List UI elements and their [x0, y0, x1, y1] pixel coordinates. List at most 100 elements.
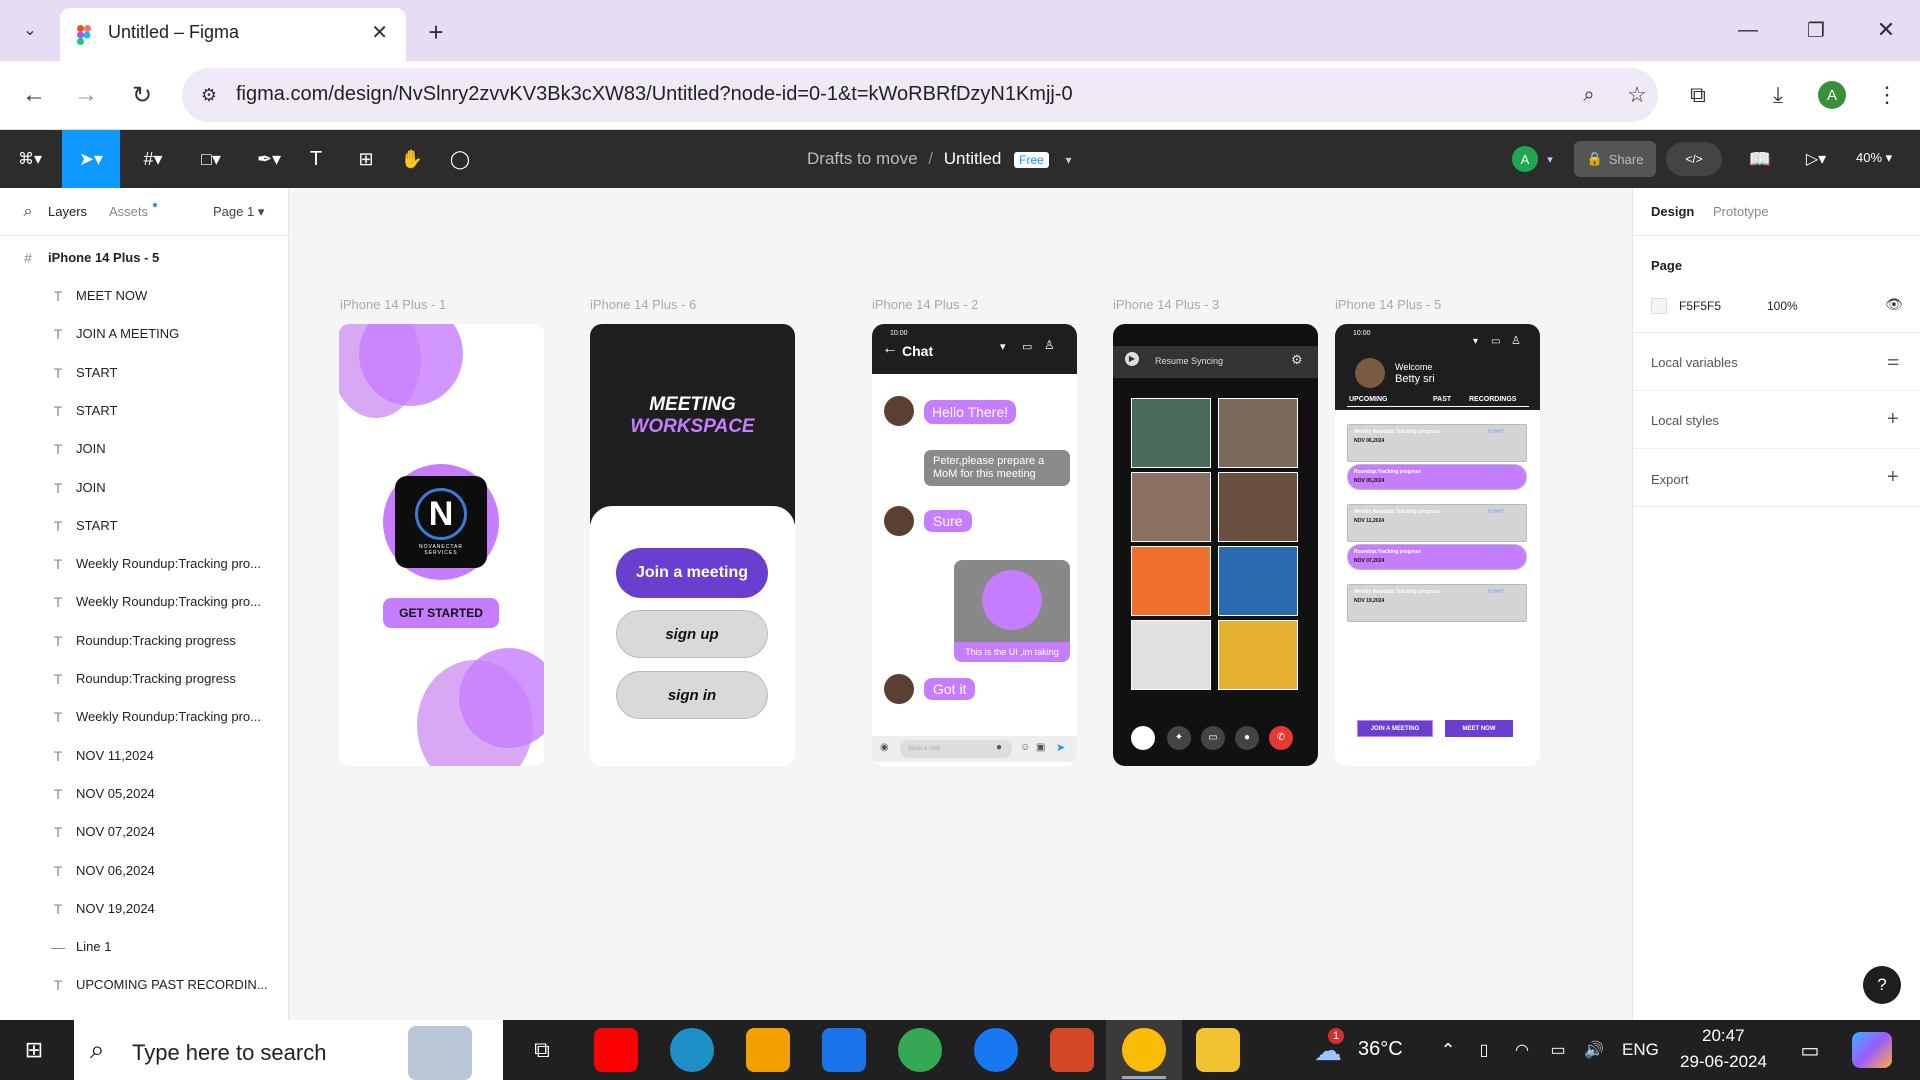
video-tile[interactable]: [1131, 546, 1211, 616]
eye-icon[interactable]: 👁: [1885, 296, 1903, 313]
video-tile[interactable]: [1218, 620, 1298, 690]
local-variables[interactable]: Local variables: [1651, 355, 1738, 370]
meeting-card[interactable]: Weekly Roundup:Tracking progress NOV 06,2…: [1347, 424, 1527, 462]
local-styles[interactable]: Local styles: [1651, 413, 1719, 428]
page-color-value[interactable]: F5F5F5: [1679, 299, 1721, 313]
file-name[interactable]: Untitled: [944, 149, 1002, 168]
layer-item[interactable]: T NOV 07,2024: [0, 812, 289, 850]
layer-item[interactable]: T Roundup:Tracking progress: [0, 621, 289, 659]
page-color-swatch[interactable]: [1651, 298, 1667, 314]
layer-item[interactable]: T START: [0, 353, 289, 391]
help-icon[interactable]: ?: [1863, 966, 1901, 1004]
send-icon[interactable]: ➤: [1056, 741, 1065, 754]
layer-item[interactable]: T JOIN A MEETING: [0, 314, 289, 352]
frame-iphone-2[interactable]: 10:00 ← Chat ▾ ▭ ♙ Hello There! Peter,pl…: [872, 324, 1077, 766]
tab-search-icon[interactable]: ⌄: [12, 12, 48, 48]
layer-item[interactable]: T JOIN: [0, 468, 289, 506]
reload-icon[interactable]: ↻: [124, 77, 160, 113]
export[interactable]: Export: [1651, 472, 1689, 487]
omnibox[interactable]: ⚙ figma.com/design/NvSlnry2zvvKV3Bk3cXW8…: [182, 68, 1658, 122]
frame-iphone-6[interactable]: MEETING WORKSPACE Join a meeting sign up…: [590, 324, 795, 766]
file-explorer-icon[interactable]: [1196, 1028, 1240, 1072]
forward-icon[interactable]: →: [68, 77, 104, 113]
copilot-icon[interactable]: [1852, 1032, 1892, 1068]
meeting-card[interactable]: Weekly Roundup:Tracking progress NOV 11,2…: [1347, 504, 1527, 542]
emoji-icon[interactable]: ☺: [1020, 742, 1030, 753]
layer-item[interactable]: T Weekly Roundup:Tracking pro...: [0, 544, 289, 582]
library-icon[interactable]: 📖: [1744, 144, 1776, 174]
tab-upcoming[interactable]: UPCOMING: [1349, 396, 1388, 403]
effects-icon[interactable]: ✦: [1167, 726, 1191, 750]
move-tool-icon[interactable]: ➤▾: [62, 130, 120, 188]
minimize-icon[interactable]: —: [1730, 12, 1766, 48]
comment-tool-icon[interactable]: ◯: [444, 144, 476, 174]
back-arrow-icon[interactable]: ←: [882, 340, 898, 358]
sign-in-button[interactable]: sign in: [616, 671, 768, 719]
video-tile[interactable]: [1131, 472, 1211, 542]
powerpoint-icon[interactable]: [1050, 1028, 1094, 1072]
meet-now-button[interactable]: MEET NOW: [1445, 720, 1513, 737]
video-tile[interactable]: [1131, 620, 1211, 690]
layer-item[interactable]: T START: [0, 391, 289, 429]
download-icon[interactable]: ⤓: [1760, 77, 1796, 113]
layer-item[interactable]: T JOIN: [0, 429, 289, 467]
add-export-icon[interactable]: +: [1887, 466, 1899, 489]
play-icon[interactable]: ▶: [1125, 352, 1139, 366]
frame-iphone-5[interactable]: 10:00 ▾ ▭ ♙ Welcome Betty sri UPCOMING P…: [1335, 324, 1540, 766]
chrome-icon[interactable]: [898, 1028, 942, 1072]
layer-item[interactable]: T NOV 05,2024: [0, 774, 289, 812]
get-started-button[interactable]: GET STARTED: [383, 598, 499, 628]
collaborator-avatar[interactable]: A: [1512, 146, 1538, 172]
video-tile[interactable]: [1131, 398, 1211, 468]
pen-tool-icon[interactable]: ✒▾: [246, 144, 292, 174]
design-canvas[interactable]: iPhone 14 Plus - 1 N NOVANECTAR SERVICES…: [289, 188, 1632, 1020]
facebook-icon[interactable]: [974, 1028, 1018, 1072]
sign-up-button[interactable]: sign up: [616, 610, 768, 658]
profile-avatar[interactable]: A: [1818, 81, 1846, 109]
layer-item[interactable]: T START: [0, 506, 289, 544]
notification-icon[interactable]: ▭: [1794, 1034, 1826, 1066]
variables-icon[interactable]: ⚌: [1887, 352, 1900, 369]
frame-label[interactable]: iPhone 14 Plus - 1: [340, 297, 446, 312]
tab-layers[interactable]: Layers: [48, 204, 87, 219]
menu-kebab-icon[interactable]: ⋮: [1872, 77, 1902, 113]
sticker-icon[interactable]: ▣: [1036, 742, 1045, 753]
layer-item[interactable]: T Roundup:Tracking progress: [0, 659, 289, 697]
breadcrumb-folder[interactable]: Drafts to move: [807, 149, 918, 168]
task-view-icon[interactable]: ⧉: [522, 1030, 562, 1070]
shape-tool-icon[interactable]: □▾: [188, 144, 234, 174]
close-tab-icon[interactable]: ✕: [371, 20, 388, 45]
back-icon[interactable]: ←: [16, 77, 52, 113]
tab-assets[interactable]: Assets: [109, 204, 148, 219]
video-tile[interactable]: [1218, 546, 1298, 616]
dev-mode-toggle-icon[interactable]: </>: [1666, 142, 1722, 176]
camera-toggle-icon[interactable]: [1131, 726, 1155, 750]
start-action[interactable]: START: [1488, 429, 1504, 435]
chevron-down-icon[interactable]: ▾: [1066, 153, 1072, 167]
join-meeting-button[interactable]: JOIN A MEETING: [1357, 720, 1433, 737]
camera-icon[interactable]: ◉: [880, 742, 889, 753]
frame-label[interactable]: iPhone 14 Plus - 3: [1113, 297, 1219, 312]
close-window-icon[interactable]: ✕: [1868, 12, 1904, 48]
page-selector[interactable]: Page 1 ▾: [213, 204, 264, 220]
zoom-level[interactable]: 40% ▾: [1856, 150, 1892, 166]
layer-item[interactable]: T MEET NOW: [0, 276, 289, 314]
share-button[interactable]: 🔒 Share: [1574, 141, 1656, 177]
layer-root-frame[interactable]: # iPhone 14 Plus - 5: [0, 238, 289, 276]
language-indicator[interactable]: ENG: [1622, 1040, 1659, 1060]
start-action[interactable]: START: [1488, 589, 1504, 595]
tab-design[interactable]: Design: [1651, 204, 1694, 219]
start-action[interactable]: START: [1488, 509, 1504, 515]
frame-label[interactable]: iPhone 14 Plus - 5: [1335, 297, 1441, 312]
resources-tool-icon[interactable]: ⊞: [350, 144, 382, 174]
chevron-up-icon[interactable]: ⌃: [1436, 1034, 1460, 1066]
hand-tool-icon[interactable]: ✋: [396, 144, 428, 174]
new-tab-icon[interactable]: +: [418, 14, 454, 50]
frame-label[interactable]: iPhone 14 Plus - 2: [872, 297, 978, 312]
store-icon[interactable]: [746, 1028, 790, 1072]
youtube-icon[interactable]: [594, 1028, 638, 1072]
volume-icon[interactable]: 🔊: [1580, 1034, 1608, 1066]
present-play-icon[interactable]: ▷▾: [1796, 144, 1836, 174]
layer-item[interactable]: T Weekly Roundup:Tracking pro...: [0, 697, 289, 735]
video-tile[interactable]: [1218, 398, 1298, 468]
